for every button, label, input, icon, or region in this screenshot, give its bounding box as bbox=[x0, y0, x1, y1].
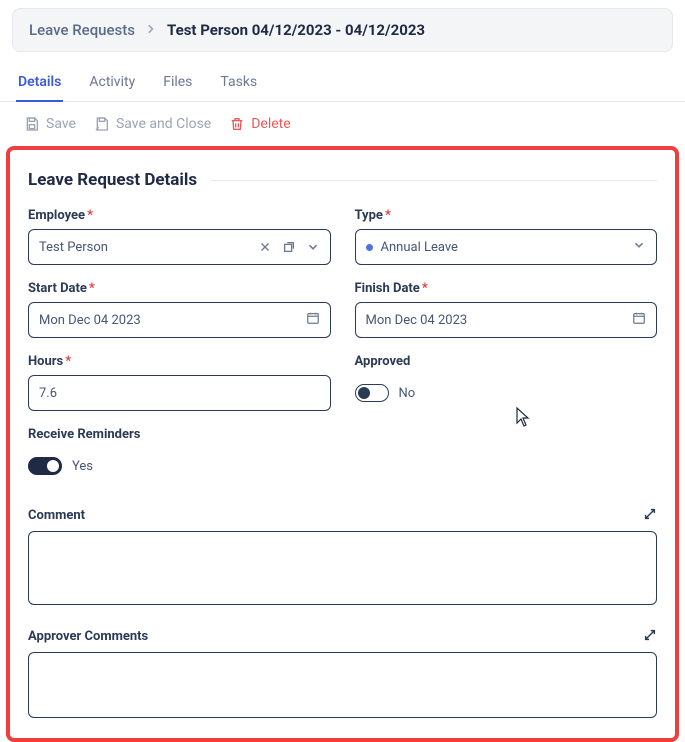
field-hours: Hours* bbox=[28, 354, 331, 411]
type-color-dot bbox=[366, 244, 373, 251]
field-type: Type* Annual Leave bbox=[355, 208, 658, 265]
employee-picker[interactable] bbox=[28, 229, 331, 265]
details-panel: Leave Request Details Employee* Type* bbox=[6, 146, 679, 742]
tab-bar: Details Activity Files Tasks bbox=[0, 60, 685, 102]
expand-icon[interactable] bbox=[643, 506, 657, 525]
start-date-value: Mon Dec 04 2023 bbox=[39, 313, 141, 328]
expand-icon[interactable] bbox=[643, 627, 657, 646]
save-label: Save bbox=[46, 116, 76, 132]
approved-value: No bbox=[399, 386, 416, 401]
comment-label: Comment bbox=[28, 508, 85, 523]
delete-button[interactable]: Delete bbox=[229, 116, 290, 132]
save-close-button[interactable]: Save and Close bbox=[94, 116, 211, 132]
save-button[interactable]: Save bbox=[24, 116, 76, 132]
save-close-icon bbox=[94, 116, 110, 132]
trash-icon bbox=[229, 116, 245, 132]
section-divider bbox=[211, 180, 657, 181]
required-mark: * bbox=[385, 208, 391, 223]
required-mark: * bbox=[422, 281, 428, 296]
field-start-date: Start Date* Mon Dec 04 2023 bbox=[28, 281, 331, 338]
employee-label: Employee* bbox=[28, 208, 331, 223]
required-mark: * bbox=[87, 208, 93, 223]
breadcrumb-root[interactable]: Leave Requests bbox=[29, 21, 135, 39]
section-header: Leave Request Details bbox=[28, 170, 657, 190]
delete-label: Delete bbox=[251, 116, 290, 132]
finish-date-input[interactable]: Mon Dec 04 2023 bbox=[355, 302, 658, 338]
field-comment: Comment bbox=[28, 506, 657, 605]
required-mark: * bbox=[89, 281, 95, 296]
toolbar: Save Save and Close Delete bbox=[0, 102, 685, 146]
chevron-down-icon[interactable] bbox=[632, 238, 646, 256]
type-value: Annual Leave bbox=[381, 240, 458, 255]
receive-reminders-value: Yes bbox=[72, 459, 93, 474]
finish-date-value: Mon Dec 04 2023 bbox=[366, 313, 468, 328]
hours-label: Hours* bbox=[28, 354, 331, 369]
hours-input[interactable] bbox=[39, 386, 320, 401]
chevron-right-icon bbox=[145, 21, 157, 39]
field-employee: Employee* bbox=[28, 208, 331, 265]
hours-input-wrap[interactable] bbox=[28, 375, 331, 411]
approver-comments-label: Approver Comments bbox=[28, 629, 148, 644]
finish-date-label: Finish Date* bbox=[355, 281, 658, 296]
required-mark: * bbox=[65, 354, 71, 369]
employee-label-text: Employee bbox=[28, 208, 85, 223]
calendar-icon[interactable] bbox=[632, 311, 646, 329]
breadcrumb: Leave Requests Test Person 04/12/2023 - … bbox=[12, 8, 673, 52]
receive-reminders-label: Receive Reminders bbox=[28, 427, 331, 442]
tab-activity[interactable]: Activity bbox=[87, 70, 137, 101]
start-date-label-text: Start Date bbox=[28, 281, 87, 296]
employee-input[interactable] bbox=[39, 240, 258, 255]
hours-label-text: Hours bbox=[28, 354, 63, 369]
type-label: Type* bbox=[355, 208, 658, 223]
approver-comments-textarea[interactable] bbox=[28, 652, 657, 718]
start-date-label: Start Date* bbox=[28, 281, 331, 296]
field-approver-comments: Approver Comments bbox=[28, 627, 657, 718]
chevron-down-icon[interactable] bbox=[306, 240, 320, 254]
tab-files[interactable]: Files bbox=[161, 70, 194, 101]
field-approved: Approved No bbox=[355, 354, 658, 411]
save-close-label: Save and Close bbox=[116, 116, 211, 132]
clear-icon[interactable] bbox=[258, 240, 272, 254]
tab-details[interactable]: Details bbox=[16, 70, 63, 102]
calendar-icon[interactable] bbox=[306, 311, 320, 329]
type-select[interactable]: Annual Leave bbox=[355, 229, 658, 265]
section-title: Leave Request Details bbox=[28, 170, 197, 190]
tab-tasks[interactable]: Tasks bbox=[218, 70, 259, 101]
comment-textarea[interactable] bbox=[28, 531, 657, 605]
field-finish-date: Finish Date* Mon Dec 04 2023 bbox=[355, 281, 658, 338]
start-date-input[interactable]: Mon Dec 04 2023 bbox=[28, 302, 331, 338]
breadcrumb-current: Test Person 04/12/2023 - 04/12/2023 bbox=[167, 21, 425, 39]
field-receive-reminders: Receive Reminders Yes bbox=[28, 427, 331, 484]
approved-label: Approved bbox=[355, 354, 658, 369]
receive-reminders-toggle[interactable]: Yes bbox=[28, 448, 331, 484]
finish-date-label-text: Finish Date bbox=[355, 281, 420, 296]
save-icon bbox=[24, 116, 40, 132]
approved-toggle[interactable]: No bbox=[355, 375, 658, 411]
type-label-text: Type bbox=[355, 208, 383, 223]
open-external-icon[interactable] bbox=[282, 240, 296, 254]
